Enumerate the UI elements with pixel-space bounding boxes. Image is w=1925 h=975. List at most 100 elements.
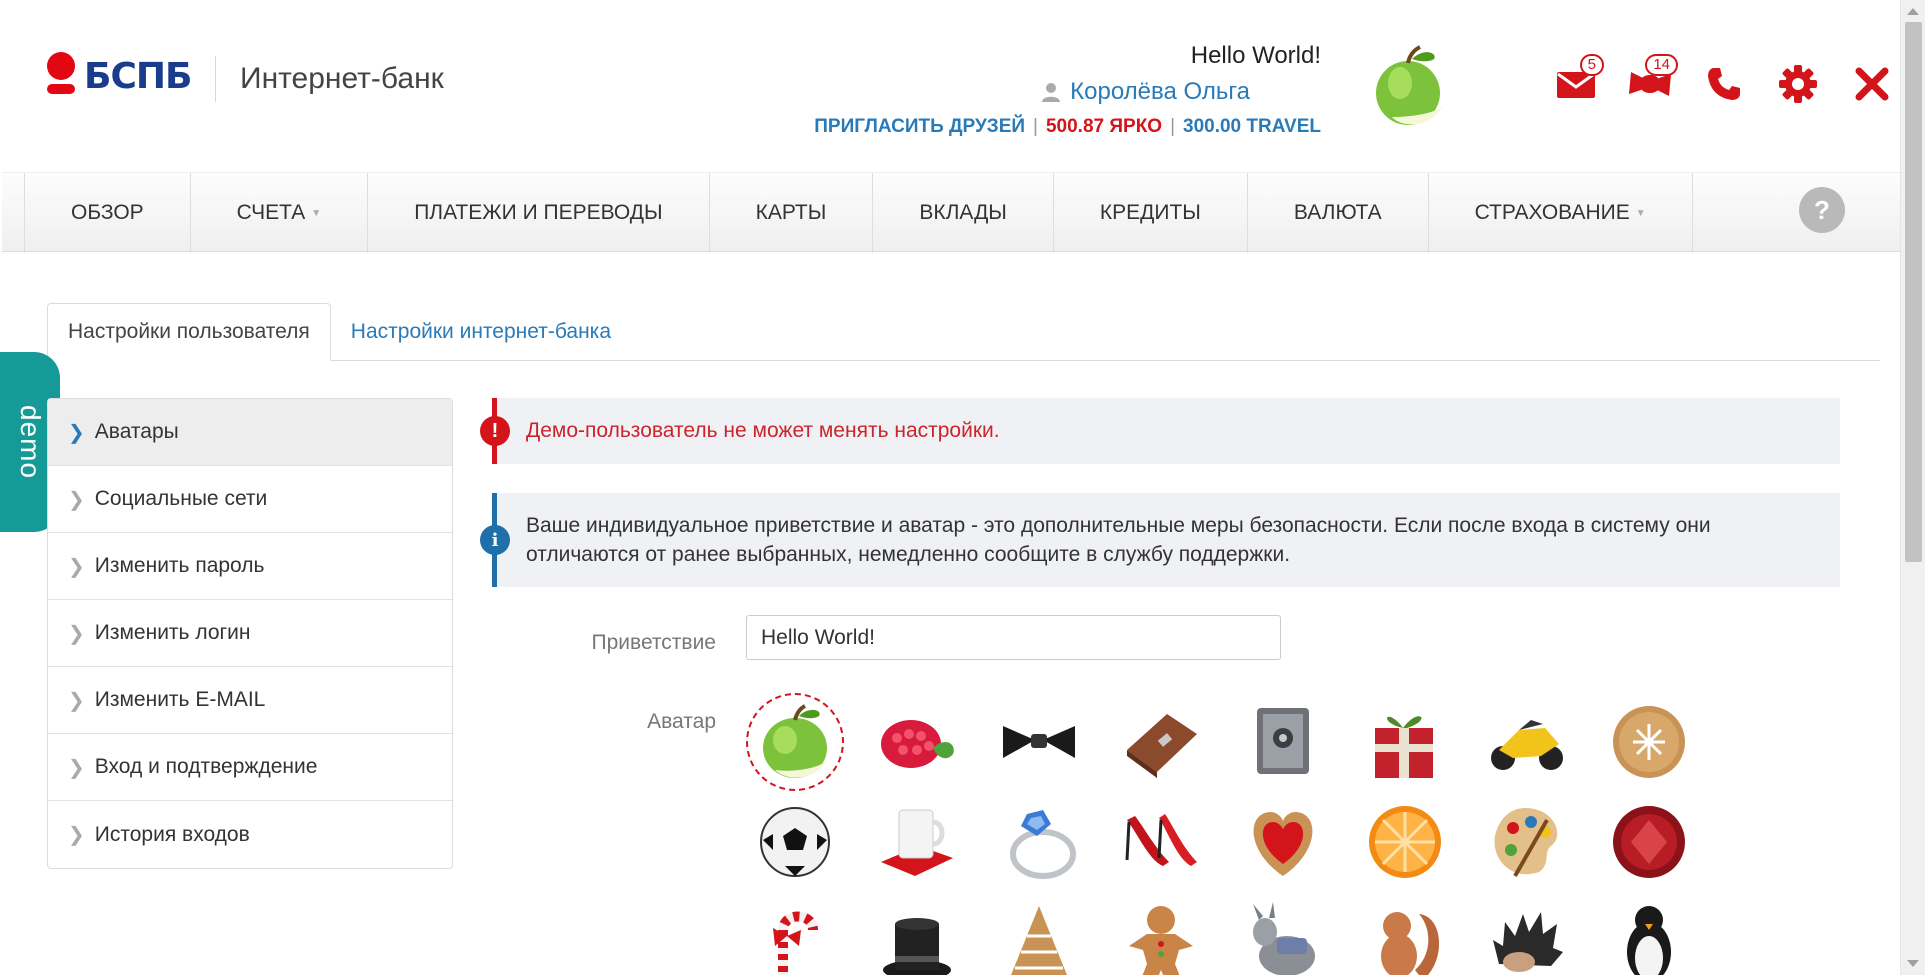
avatar-option-gem[interactable] xyxy=(1600,793,1698,891)
avatar-option-hedgehog[interactable] xyxy=(1478,893,1576,975)
donkey-icon xyxy=(1253,902,1315,975)
settings-sidebar: ❯ Аватары ❯ Социальные сети ❯ Изменить паро… xyxy=(47,398,453,869)
scrollbar-thumb[interactable] xyxy=(1905,22,1922,562)
avatar-option-soccer-ball[interactable] xyxy=(746,793,844,891)
settings-tabs: Настройки пользователя Настройки интерне… xyxy=(47,303,1880,361)
scroll-up-arrow-icon[interactable] xyxy=(1907,8,1919,15)
cookie-icon xyxy=(1613,706,1685,778)
avatar-option-candy-cane[interactable] xyxy=(746,893,844,975)
username-text: Королёва Ольга xyxy=(1070,78,1250,105)
bow-tie-icon xyxy=(1003,726,1075,758)
logo-text: БСПБ xyxy=(84,55,192,97)
avatar-option-squirrel[interactable] xyxy=(1356,893,1454,975)
sidebar-item-social[interactable]: ❯ Социальные сети xyxy=(48,466,452,533)
motorcycle-icon xyxy=(1491,720,1563,770)
avatar-option-penguin[interactable] xyxy=(1600,893,1698,975)
page-scrollbar[interactable] xyxy=(1900,0,1925,975)
avatar-option-cookie[interactable] xyxy=(1600,693,1698,791)
sidebar-item-signin[interactable]: ❯ Вход и подтверждение xyxy=(48,734,452,801)
nav-item-insurance[interactable]: СТРАХОВАНИЕ ▼ xyxy=(1427,173,1693,253)
demo-label: demo xyxy=(15,404,46,480)
phone-button[interactable] xyxy=(1700,60,1748,108)
gear-icon xyxy=(1779,65,1817,103)
sidebar-item-password[interactable]: ❯ Изменить пароль xyxy=(48,533,452,600)
avatar-option-christmas-tree[interactable] xyxy=(990,893,1088,975)
avatar-option-high-heels[interactable] xyxy=(1112,793,1210,891)
avatar-option-bow-tie[interactable] xyxy=(990,693,1088,791)
logout-button[interactable] xyxy=(1848,60,1896,108)
bank-logo[interactable]: БСПБ xyxy=(44,52,192,100)
chevron-right-icon: ❯ xyxy=(68,488,85,511)
avatar-option-apple[interactable] xyxy=(746,693,844,791)
mail-button[interactable]: 5 xyxy=(1552,54,1604,108)
avatar-option-safe[interactable] xyxy=(1234,693,1332,791)
ring-icon xyxy=(1010,810,1076,879)
close-icon xyxy=(1855,67,1889,101)
chevron-right-icon: ❯ xyxy=(68,824,85,846)
chevron-down-icon: ▼ xyxy=(311,207,322,219)
logo-divider xyxy=(215,56,216,102)
avatar-option-donkey[interactable] xyxy=(1234,893,1332,975)
avatar-option-mug[interactable] xyxy=(868,793,966,891)
avatar-option-top-hat[interactable] xyxy=(868,893,966,975)
exclamation-icon: ! xyxy=(480,416,510,446)
gift-count-badge: 14 xyxy=(1645,54,1678,76)
username-link[interactable]: Королёва Ольга xyxy=(1040,78,1250,106)
avatar-option-raspberry[interactable] xyxy=(868,693,966,791)
nav-item-accounts[interactable]: СЧЕТА ▼ xyxy=(189,173,368,253)
info-alert: i Ваше индивидуальное приветствие и ават… xyxy=(480,493,1840,587)
greeting-input[interactable] xyxy=(746,615,1281,660)
sidebar-item-history[interactable]: ❯ История входов xyxy=(48,801,452,868)
help-button[interactable]: ? xyxy=(1799,187,1845,233)
avatar-option-gingerbread-man[interactable] xyxy=(1112,893,1210,975)
user-icon xyxy=(1042,83,1061,102)
soccer-ball-icon xyxy=(760,807,830,877)
greeting-label: Приветствие xyxy=(591,631,716,654)
mail-count-badge: 5 xyxy=(1579,54,1604,76)
invite-friends-link[interactable]: ПРИГЛАСИТЬ ДРУЗЕЙ xyxy=(814,116,1025,138)
avatar-grid xyxy=(746,693,1706,975)
tab-bank-settings[interactable]: Настройки интернет-банка xyxy=(331,303,631,361)
nav-item-currency[interactable]: ВАЛЮТА xyxy=(1246,173,1428,253)
yarko-balance-link[interactable]: 500.87 ЯРКО xyxy=(1046,116,1162,138)
gifts-button[interactable]: 14 xyxy=(1626,54,1678,108)
chevron-down-icon: ▼ xyxy=(1635,207,1646,219)
apple-icon xyxy=(763,704,827,778)
travel-balance-link[interactable]: 300.00 TRAVEL xyxy=(1183,116,1321,138)
scroll-down-arrow-icon[interactable] xyxy=(1907,960,1919,967)
penguin-icon xyxy=(1627,906,1671,975)
logo-mark-icon xyxy=(44,52,78,100)
tab-user-settings[interactable]: Настройки пользователя xyxy=(47,303,331,361)
settings-button[interactable] xyxy=(1774,60,1822,108)
gem-icon xyxy=(1613,806,1685,878)
candy-cane-icon xyxy=(773,911,818,975)
avatar-option-motorcycle[interactable] xyxy=(1478,693,1576,791)
avatar-label: Аватар xyxy=(647,710,716,733)
error-alert: ! Демо-пользователь не может менять наст… xyxy=(480,398,1840,464)
avatar-option-gift[interactable] xyxy=(1356,693,1454,791)
nav-item-credits[interactable]: КРЕДИТЫ xyxy=(1052,173,1247,253)
main-nav: ОБЗОР СЧЕТА ▼ ПЛАТЕЖИ И ПЕРЕВОДЫ КАРТЫ ВК… xyxy=(2,172,1900,253)
nav-item-deposits[interactable]: ВКЛАДЫ xyxy=(872,173,1053,253)
chevron-right-icon: ❯ xyxy=(68,622,85,645)
nav-item-cards[interactable]: КАРТЫ xyxy=(708,173,873,253)
avatar-option-heart-cookie[interactable] xyxy=(1234,793,1332,891)
raspberry-icon xyxy=(881,720,954,768)
sidebar-item-email[interactable]: ❯ Изменить E-MAIL xyxy=(48,667,452,734)
heart-cookie-icon xyxy=(1253,812,1313,876)
chevron-right-icon: ❯ xyxy=(68,689,85,712)
avatar-option-ring[interactable] xyxy=(990,793,1088,891)
nav-item-overview[interactable]: ОБЗОР xyxy=(24,173,190,253)
info-alert-text: Ваше индивидуальное приветствие и аватар… xyxy=(526,514,1711,566)
sidebar-item-login[interactable]: ❯ Изменить логин xyxy=(48,600,452,667)
avatar-option-briefcase[interactable] xyxy=(1112,693,1210,791)
user-links: ПРИГЛАСИТЬ ДРУЗЕЙ | 500.87 ЯРКО | 300.00… xyxy=(814,116,1321,138)
high-heels-icon xyxy=(1125,814,1197,866)
nav-item-payments[interactable]: ПЛАТЕЖИ И ПЕРЕВОДЫ xyxy=(367,173,708,253)
avatar-option-orange[interactable] xyxy=(1356,793,1454,891)
sidebar-item-avatars[interactable]: ❯ Аватары xyxy=(48,399,452,466)
orange-icon xyxy=(1369,806,1441,878)
gift-icon xyxy=(1375,716,1433,778)
avatar-option-palette[interactable] xyxy=(1478,793,1576,891)
mug-icon xyxy=(881,809,953,876)
